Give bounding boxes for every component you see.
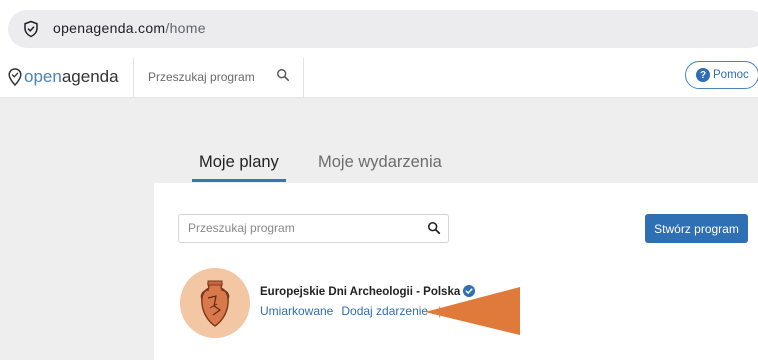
amphora-icon — [180, 268, 250, 338]
program-search-box — [178, 214, 449, 243]
agenda-title[interactable]: Europejskie Dni Archeologii - Polska — [260, 285, 476, 298]
logo-text-agenda: agenda — [61, 67, 119, 86]
site-header: open agenda Przeszukaj program ? Pomoc — [0, 58, 758, 98]
link-separator: | — [438, 304, 442, 318]
agenda-title-text: Europejskie Dni Archeologii - Polska — [260, 286, 461, 298]
help-button[interactable]: ? Pomoc — [685, 61, 758, 89]
search-icon[interactable] — [427, 221, 441, 235]
agenda-avatar[interactable] — [180, 268, 250, 338]
openagenda-logo[interactable]: open agenda — [8, 66, 119, 88]
add-event-link[interactable]: Dodaj zdarzenie — [341, 304, 428, 318]
help-icon: ? — [696, 68, 710, 82]
tab-my-events[interactable]: Moje wydarzenia — [318, 153, 442, 172]
logo-text-open: open — [24, 67, 62, 86]
agenda-links: Umiarkowane Dodaj zdarzenie | — [260, 304, 441, 318]
shield-check-icon[interactable] — [22, 20, 40, 38]
header-search-input[interactable]: Przeszukaj program — [148, 70, 255, 84]
browser-toolbar: openagenda.com/home — [0, 0, 758, 58]
url-text[interactable]: openagenda.com/home — [53, 20, 206, 36]
address-bar[interactable]: openagenda.com/home — [8, 10, 758, 48]
url-path: /home — [165, 20, 206, 36]
url-domain: openagenda.com — [53, 20, 166, 36]
verified-badge-icon — [463, 285, 476, 297]
header-divider — [133, 58, 134, 98]
agendas-card: Stwórz program Europejskie Dni Archeolog… — [154, 183, 758, 360]
search-icon[interactable] — [276, 68, 290, 82]
help-label: Pomoc — [713, 69, 749, 81]
header-divider — [303, 58, 304, 98]
program-search-input[interactable] — [188, 221, 418, 235]
active-tab-indicator — [192, 179, 286, 182]
create-program-button[interactable]: Stwórz program — [645, 214, 748, 243]
location-pin-icon — [8, 68, 22, 86]
tab-my-plans[interactable]: Moje plany — [199, 153, 279, 172]
moderated-link[interactable]: Umiarkowane — [260, 304, 333, 318]
